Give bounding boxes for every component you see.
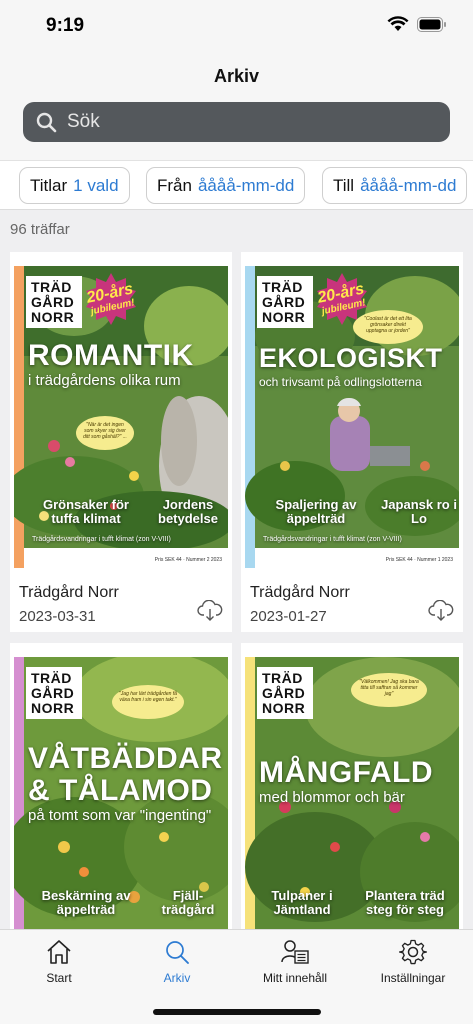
cover-teaser: Plantera träd steg för steg bbox=[365, 888, 445, 917]
home-icon bbox=[47, 940, 71, 964]
page-title: Arkiv bbox=[213, 66, 260, 86]
tab-start-label: Start bbox=[46, 971, 72, 985]
gear-icon bbox=[399, 939, 427, 965]
filter-to-value: åååå-mm-dd bbox=[360, 175, 457, 195]
cover-price: Pris SEK 44 · Nummer 2 2023 bbox=[154, 557, 222, 563]
cover-teaser: Fjäll-trädgård bbox=[161, 888, 215, 917]
status-icons bbox=[387, 16, 447, 32]
cover-quote: "När är det ingen som skyer sig över dit… bbox=[76, 416, 134, 450]
cover-quote: "Jag har lärt trädgården få växa fram i … bbox=[112, 685, 184, 719]
magazine-logo: TRÄD GÅRD NORR bbox=[26, 276, 82, 328]
cover-teaser: Tulpaner i Jämtland bbox=[271, 888, 333, 917]
issue-date: 2023-01-27 bbox=[250, 608, 327, 625]
cover-quote: "Välkommen! Jag ska bara titta till saff… bbox=[351, 673, 427, 707]
issue-card[interactable]: TRÄD GÅRD NORR "Välkommen! Jag ska bara … bbox=[241, 643, 463, 943]
tab-arkiv-label: Arkiv bbox=[163, 971, 191, 985]
cover-headline: ROMANTIK i trädgårdens olika rum bbox=[28, 339, 194, 390]
issue-title: Trädgård Norr bbox=[250, 584, 350, 601]
filter-titles-label: Titlar bbox=[30, 175, 68, 195]
nav-header: Arkiv Sök bbox=[0, 50, 473, 160]
cloud-download-icon[interactable] bbox=[428, 600, 454, 622]
issue-card[interactable]: TRÄD GÅRD NORR 20-års jubileum! ROMANTIK… bbox=[10, 252, 232, 632]
tab-arkiv[interactable]: Arkiv bbox=[118, 938, 236, 985]
cover-price: Pris SEK 44 · Nummer 1 2023 bbox=[385, 557, 453, 563]
tab-mitt-innehall-label: Mitt innehåll bbox=[262, 971, 328, 985]
filter-to-date-chip[interactable]: Till åååå-mm-dd bbox=[322, 167, 468, 204]
cover-teaser: Spaljering av äppelträd bbox=[275, 497, 357, 526]
cover-headline: EKOLOGISKT och trivsamt på odlingslotter… bbox=[259, 343, 443, 389]
search-input[interactable]: Sök bbox=[67, 111, 100, 133]
tab-installningar-label: Inställningar bbox=[380, 971, 446, 985]
profile-newspaper-icon bbox=[281, 940, 309, 964]
tab-start[interactable]: Start bbox=[0, 938, 118, 985]
issue-date: 2023-03-31 bbox=[19, 608, 96, 625]
issue-card[interactable]: TRÄD GÅRD NORR 20-års jubileum! EKOLOGIS… bbox=[241, 252, 463, 632]
filter-titles-value: 1 vald bbox=[73, 175, 119, 195]
issue-card[interactable]: TRÄD GÅRD NORR "Jag har lärt trädgården … bbox=[10, 643, 232, 943]
battery-icon bbox=[417, 16, 446, 32]
result-count: 96 träffar bbox=[10, 221, 70, 238]
search-bar[interactable]: Sök bbox=[23, 102, 450, 142]
cloud-download-icon[interactable] bbox=[197, 600, 223, 622]
magazine-logo: TRÄD GÅRD NORR bbox=[26, 667, 82, 719]
tab-mitt-innehall[interactable]: Mitt innehåll bbox=[236, 938, 354, 985]
status-bar: 9:19 bbox=[0, 0, 473, 50]
cover-teaser: Jordens betydelse bbox=[158, 497, 218, 526]
issue-title: Trädgård Norr bbox=[19, 584, 119, 601]
cover-headline: MÅNGFALD med blommor och bär bbox=[259, 756, 433, 807]
home-indicator[interactable] bbox=[153, 1009, 321, 1015]
wifi-icon bbox=[387, 16, 409, 31]
magazine-logo: TRÄD GÅRD NORR bbox=[257, 667, 313, 719]
filter-from-date-chip[interactable]: Från åååå-mm-dd bbox=[146, 167, 306, 204]
anniversary-badge: 20-års jubileum! bbox=[84, 272, 138, 326]
cover-image[interactable]: TRÄD GÅRD NORR "Jag har lärt trädgården … bbox=[14, 657, 228, 943]
filter-from-value: åååå-mm-dd bbox=[197, 175, 295, 195]
cover-quote: "Coolast är det ett lita grönsaker direk… bbox=[353, 310, 423, 344]
search-icon bbox=[166, 941, 189, 964]
tab-installningar[interactable]: Inställningar bbox=[354, 938, 472, 985]
search-icon bbox=[36, 112, 57, 132]
cover-teaser: Beskärning av äppelträd bbox=[41, 888, 131, 917]
filter-titles-chip[interactable]: Titlar 1 vald bbox=[19, 167, 130, 204]
status-time: 9:19 bbox=[46, 15, 85, 36]
filter-bar: Titlar 1 vald Från åååå-mm-dd Till åååå-… bbox=[0, 160, 473, 210]
cover-teaser: Japansk ro i Lo bbox=[381, 497, 457, 526]
cover-image[interactable]: TRÄD GÅRD NORR 20-års jubileum! EKOLOGIS… bbox=[245, 266, 459, 568]
cover-teaser: Grönsaker för tuffa klimat bbox=[43, 497, 129, 526]
magazine-logo: TRÄD GÅRD NORR bbox=[257, 276, 313, 328]
cover-strip: Trädgårdsvandringar i tufft klimat (zon … bbox=[263, 536, 402, 543]
cover-image[interactable]: TRÄD GÅRD NORR "Välkommen! Jag ska bara … bbox=[245, 657, 459, 943]
filter-to-label: Till bbox=[333, 175, 355, 195]
cover-headline: VÅTBÄDDAR & TÅLAMOD på tomt som var "ing… bbox=[28, 742, 223, 825]
filter-from-label: Från bbox=[157, 175, 192, 195]
cover-strip: Trädgårdsvandringar i tufft klimat (zon … bbox=[32, 536, 171, 543]
cover-image[interactable]: TRÄD GÅRD NORR 20-års jubileum! ROMANTIK… bbox=[14, 266, 228, 568]
